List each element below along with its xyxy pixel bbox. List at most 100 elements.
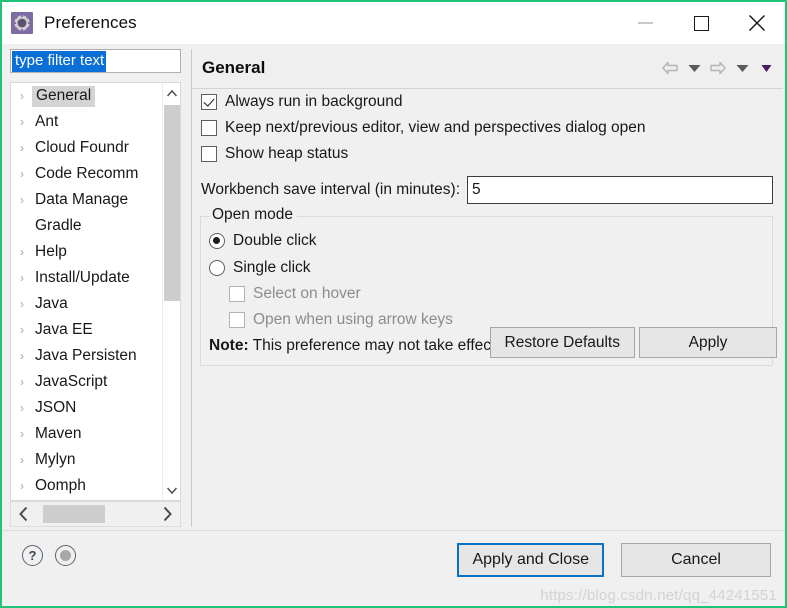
chevron-down-svg [688, 64, 700, 72]
sidebar-item-cloud-foundr[interactable]: › Cloud Foundr [11, 135, 163, 161]
sidebar-item-javascript[interactable]: › JavaScript [11, 369, 163, 395]
sidebar-item-java[interactable]: › Java [11, 291, 163, 317]
open-mode-group-title: Open mode [210, 206, 297, 224]
checkbox-icon[interactable] [201, 146, 217, 162]
back-arrow-icon[interactable] [659, 57, 681, 79]
sidebar-item-label: Data Manage [35, 191, 129, 208]
checkbox-label: Select on hover [253, 285, 361, 302]
sidebar-item-java-persisten[interactable]: › Java Persisten [11, 343, 163, 369]
sidebar-item-mylyn[interactable]: › Mylyn [11, 447, 163, 473]
dialog-footer: ? Apply and Close Cancel https://blog.cs… [2, 530, 785, 606]
checkbox-icon[interactable] [201, 94, 217, 110]
expand-chevron-right-icon[interactable]: › [20, 376, 35, 388]
checkbox-row[interactable]: Keep next/previous editor, view and pers… [201, 115, 783, 141]
expand-chevron-right-icon[interactable]: › [20, 116, 35, 128]
chevron-up-svg [166, 89, 178, 97]
back-menu-chevron-down-icon[interactable] [683, 57, 705, 79]
expand-chevron-right-icon[interactable]: › [20, 298, 35, 310]
radio-label: Single click [233, 258, 311, 276]
sidebar-item-label: Java EE [35, 321, 93, 338]
checkbox-icon[interactable] [201, 120, 217, 136]
preferences-tree[interactable]: › General › Ant › Cloud Foundr › Code Recomm › Da… [10, 82, 181, 501]
sidebar-item-label: Ant [35, 113, 59, 130]
expand-chevron-right-icon[interactable]: › [20, 142, 35, 154]
chevron-up-icon[interactable] [163, 83, 180, 103]
close-icon[interactable] [729, 2, 785, 44]
sidebar-item-oomph[interactable]: › Oomph [11, 473, 163, 499]
sidebar-item-label: Install/Update [35, 269, 130, 286]
preferences-dialog: Preferences type filter text › General › An… [0, 0, 787, 608]
workbench-save-interval-row: Workbench save interval (in minutes): [201, 176, 783, 204]
workbench-save-interval-input[interactable] [467, 176, 773, 204]
expand-chevron-right-icon[interactable]: › [20, 324, 35, 336]
view-menu-chevron-down-icon[interactable] [755, 57, 777, 79]
expand-chevron-right-icon[interactable]: › [20, 272, 35, 284]
checkbox-label: Open when using arrow keys [253, 311, 453, 328]
preferences-tree-panel: type filter text › General › Ant › Cloud Foun… [8, 49, 185, 527]
open-mode-radio-list: Double click Single click [201, 227, 772, 281]
chevron-right-icon[interactable] [156, 502, 178, 526]
sidebar-item-data-manage[interactable]: › Data Manage [11, 187, 163, 213]
minimize-icon[interactable] [617, 2, 673, 44]
window-controls [617, 2, 785, 44]
radio-row[interactable]: Double click [209, 227, 772, 254]
sidebar-item-json[interactable]: › JSON [11, 395, 163, 421]
sidebar-item-help[interactable]: › Help [11, 239, 163, 265]
sidebar-item-label: Java [35, 295, 68, 312]
expand-chevron-right-icon[interactable]: › [20, 194, 35, 206]
sidebar-item-label: Mylyn [35, 451, 76, 468]
expand-chevron-right-icon[interactable]: › [20, 168, 35, 180]
back-arrow-svg [662, 61, 678, 75]
expand-chevron-right-icon[interactable]: › [20, 480, 35, 492]
maximize-icon[interactable] [673, 2, 729, 44]
apply-button[interactable]: Apply [639, 327, 777, 358]
navigation-toolbar [659, 57, 777, 79]
sidebar-item-gradle[interactable]: Gradle [11, 213, 163, 239]
tree-vertical-scrollbar[interactable] [162, 83, 180, 500]
radio-row[interactable]: Single click [209, 254, 772, 281]
expand-chevron-right-icon[interactable]: › [20, 350, 35, 362]
tree-item-list: › General › Ant › Cloud Foundr › Code Recomm › Da… [11, 83, 163, 499]
expand-chevron-right-icon[interactable]: › [20, 454, 35, 466]
radio-button-icon[interactable] [209, 232, 225, 249]
restore-defaults-button[interactable]: Restore Defaults [489, 327, 635, 358]
forward-arrow-icon[interactable] [707, 57, 729, 79]
checkbox-label: Show heap status [225, 145, 349, 162]
chevron-right-svg [163, 506, 172, 522]
tree-vscroll-thumb[interactable] [164, 105, 180, 301]
expand-chevron-right-icon[interactable]: › [20, 246, 35, 258]
checkbox-row[interactable]: Always run in background [201, 89, 783, 115]
chevron-left-icon[interactable] [13, 502, 35, 526]
sidebar-item-java-ee[interactable]: › Java EE [11, 317, 163, 343]
sidebar-item-ant[interactable]: › Ant [11, 109, 163, 135]
chevron-down-svg [736, 64, 748, 72]
filter-input[interactable]: type filter text [12, 51, 107, 72]
tree-hscroll-thumb[interactable] [43, 505, 105, 523]
cancel-button[interactable]: Cancel [621, 543, 771, 577]
sidebar-item-label: Help [35, 243, 67, 260]
checkbox-icon [229, 312, 245, 328]
sidebar-item-label: JSON [35, 399, 77, 416]
sidebar-item-general[interactable]: › General [11, 83, 163, 109]
sidebar-item-maven[interactable]: › Maven [11, 421, 163, 447]
help-question-icon[interactable]: ? [22, 545, 43, 566]
sidebar-item-install-update[interactable]: › Install/Update [11, 265, 163, 291]
tree-horizontal-scrollbar[interactable] [10, 501, 181, 527]
sidebar-item-code-recomm[interactable]: › Code Recomm [11, 161, 163, 187]
chevron-down-icon[interactable] [163, 480, 180, 500]
radio-button-icon[interactable] [209, 259, 225, 276]
checkbox-row[interactable]: Show heap status [201, 141, 783, 167]
apply-and-close-button[interactable]: Apply and Close [457, 543, 604, 577]
chevron-down-svg [166, 486, 178, 494]
close-icon-svg [748, 14, 766, 32]
window-title: Preferences [44, 13, 137, 32]
gear-icon-svg [13, 14, 31, 32]
expand-chevron-right-icon[interactable]: › [20, 428, 35, 440]
content-panel: General Always run in background Keep ne… [191, 49, 783, 527]
forward-arrow-svg [710, 61, 726, 75]
checkbox-label: Keep next/previous editor, view and pers… [225, 119, 646, 136]
forward-menu-chevron-down-icon[interactable] [731, 57, 753, 79]
filter-input-wrapper[interactable]: type filter text [10, 49, 181, 73]
record-circle-icon[interactable] [55, 545, 76, 566]
expand-chevron-right-icon[interactable]: › [20, 402, 35, 414]
